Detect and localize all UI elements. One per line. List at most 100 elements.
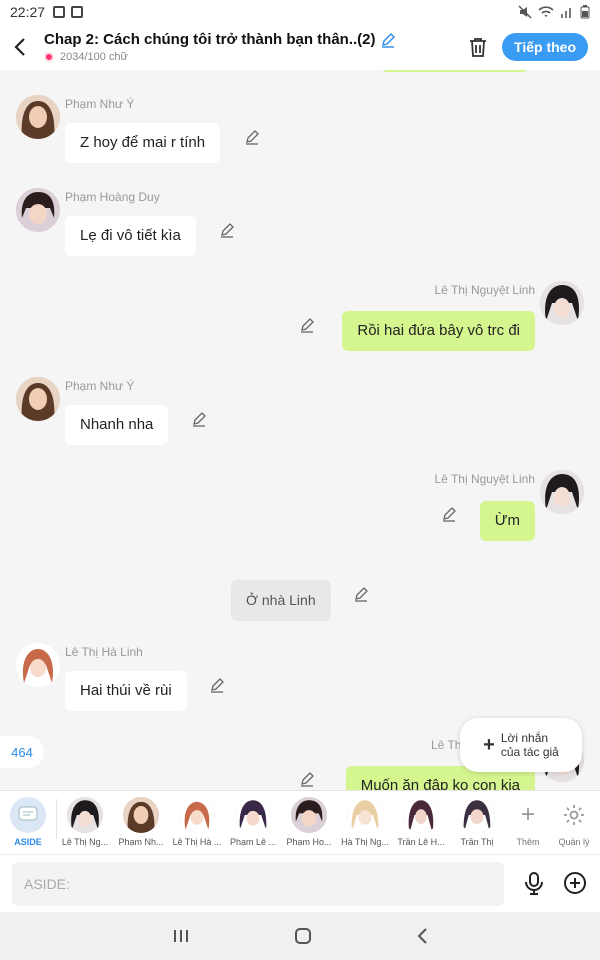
signal-icon bbox=[561, 8, 571, 18]
manage-label: Quản lý bbox=[558, 837, 590, 847]
gear-icon bbox=[556, 797, 592, 833]
character-item[interactable]: Phạm Nh... bbox=[113, 797, 169, 847]
wifi-icon bbox=[538, 6, 554, 17]
character-aside[interactable]: ASIDE bbox=[0, 797, 56, 847]
add-character-button[interactable]: + Thêm bbox=[505, 797, 551, 847]
character-label: Lê Thị Hà ... bbox=[172, 837, 222, 847]
character-item[interactable]: Lê Thị Ng... bbox=[57, 797, 113, 847]
message-author: Phạm Như Ý bbox=[65, 97, 135, 111]
avatar-image bbox=[16, 643, 60, 687]
next-button[interactable]: Tiếp theo bbox=[502, 33, 588, 61]
avatar-image bbox=[16, 95, 60, 139]
system-back-icon[interactable] bbox=[416, 927, 428, 945]
avatar-image bbox=[123, 797, 159, 833]
message-author: Lê Thị Nguyệt Linh bbox=[434, 283, 535, 297]
avatar[interactable] bbox=[16, 188, 60, 232]
message-author: Lê Thị Hà Linh bbox=[65, 645, 143, 659]
chat-area[interactable]: Phạm Như Ý Z hoy để mai r tính Phạm Hoàn… bbox=[0, 70, 600, 790]
message-author: Lê Th bbox=[431, 738, 462, 752]
edit-message-icon[interactable] bbox=[298, 316, 316, 334]
aside-bubble[interactable]: Ở nhà Linh bbox=[231, 580, 331, 621]
plus-icon: + bbox=[483, 734, 495, 756]
edit-message-icon[interactable] bbox=[243, 128, 261, 146]
avatar-image bbox=[16, 188, 60, 232]
home-icon[interactable] bbox=[294, 927, 312, 945]
word-count: 2034/100 chữ bbox=[60, 51, 128, 63]
plus-circle-icon[interactable] bbox=[563, 871, 587, 895]
plus-icon: + bbox=[520, 801, 535, 828]
title-block[interactable]: Chap 2: Cách chúng tôi trở thành bạn thâ… bbox=[40, 31, 458, 63]
edit-message-icon[interactable] bbox=[218, 221, 236, 239]
author-note-button[interactable]: + Lời nhắn của tác giả bbox=[460, 718, 582, 772]
avatar-image bbox=[235, 797, 271, 833]
avatar-image bbox=[347, 797, 383, 833]
edit-message-icon[interactable] bbox=[190, 410, 208, 428]
word-count-row: 2034/100 chữ bbox=[44, 51, 458, 63]
status-icons bbox=[518, 5, 590, 19]
character-item[interactable]: Trần Lê H... bbox=[393, 797, 449, 847]
author-note-label: Lời nhắn của tác giả bbox=[501, 731, 559, 759]
avatar[interactable] bbox=[540, 470, 584, 514]
trash-icon bbox=[470, 38, 487, 57]
message-author: Lê Thị Nguyệt Linh bbox=[434, 472, 535, 486]
aside-avatar bbox=[10, 797, 46, 833]
previous-bubble bbox=[380, 70, 530, 72]
character-avatar bbox=[179, 797, 215, 833]
edit-message-icon[interactable] bbox=[440, 505, 458, 523]
character-avatar bbox=[67, 797, 103, 833]
character-item[interactable]: Phạm Ho... bbox=[281, 797, 337, 847]
message-bubble[interactable]: Ừm bbox=[479, 501, 535, 541]
message-bubble[interactable]: Hai thúi về rùi bbox=[65, 671, 187, 711]
character-item[interactable]: Trần Thị bbox=[449, 797, 505, 847]
message-author: Phạm Như Ý bbox=[65, 379, 135, 393]
character-label: Phạm Ho... bbox=[286, 837, 332, 847]
microphone-icon[interactable] bbox=[522, 871, 546, 895]
author-note-line1: Lời nhắn bbox=[500, 731, 549, 745]
character-avatar bbox=[235, 797, 271, 833]
system-nav-bar bbox=[0, 912, 600, 960]
edit-title-icon[interactable] bbox=[380, 32, 396, 48]
character-avatar bbox=[459, 797, 495, 833]
delete-button[interactable] bbox=[458, 24, 498, 70]
app-notification-icon bbox=[71, 6, 84, 18]
avatar-image bbox=[403, 797, 439, 833]
avatar-image bbox=[540, 281, 584, 325]
character-item[interactable]: Phạm Lê ... bbox=[225, 797, 281, 847]
input-bar bbox=[0, 854, 600, 912]
avatar[interactable] bbox=[16, 377, 60, 421]
character-label: Trần Lê H... bbox=[397, 837, 445, 847]
message-bubble[interactable]: Lẹ đi vô tiết kìa bbox=[65, 216, 196, 256]
message-bubble[interactable]: Rồi hai đứa bây vô trc đi bbox=[342, 311, 535, 351]
avatar-image bbox=[459, 797, 495, 833]
character-label: Trần Thị bbox=[460, 837, 494, 847]
avatar[interactable] bbox=[16, 643, 60, 687]
chapter-header: Chap 2: Cách chúng tôi trở thành bạn thâ… bbox=[0, 24, 600, 70]
message-bubble[interactable]: Nhanh nha bbox=[65, 405, 169, 445]
avatar-image bbox=[179, 797, 215, 833]
avatar[interactable] bbox=[540, 281, 584, 325]
character-avatar bbox=[123, 797, 159, 833]
avatar-image bbox=[16, 377, 60, 421]
character-bar: ASIDE Lê Thị Ng... Phạm Nh... Lê Thị Hà … bbox=[0, 790, 600, 854]
message-counter[interactable]: 464 bbox=[0, 736, 44, 768]
status-time: 22:27 bbox=[10, 4, 46, 20]
character-label: Phạm Lê ... bbox=[229, 837, 277, 847]
character-item[interactable]: Lê Thị Hà ... bbox=[169, 797, 225, 847]
mute-icon bbox=[518, 5, 532, 19]
back-button[interactable] bbox=[0, 24, 40, 70]
edit-message-icon[interactable] bbox=[352, 585, 370, 603]
avatar-image bbox=[540, 470, 584, 514]
message-bubble[interactable]: Z hoy để mai r tính bbox=[65, 123, 221, 163]
avatar-image bbox=[67, 797, 103, 833]
gallery-notification-icon bbox=[53, 6, 66, 18]
recent-apps-icon[interactable] bbox=[172, 928, 190, 944]
edit-message-icon[interactable] bbox=[298, 770, 316, 788]
character-avatar bbox=[291, 797, 327, 833]
edit-message-icon[interactable] bbox=[208, 676, 226, 694]
message-input[interactable] bbox=[12, 862, 504, 906]
manage-button[interactable]: Quản lý bbox=[551, 797, 597, 847]
character-label: Lê Thị Ng... bbox=[61, 837, 109, 847]
character-item[interactable]: Hà Thị Ng... bbox=[337, 797, 393, 847]
avatar[interactable] bbox=[16, 95, 60, 139]
status-bar: 22:27 bbox=[0, 0, 600, 24]
